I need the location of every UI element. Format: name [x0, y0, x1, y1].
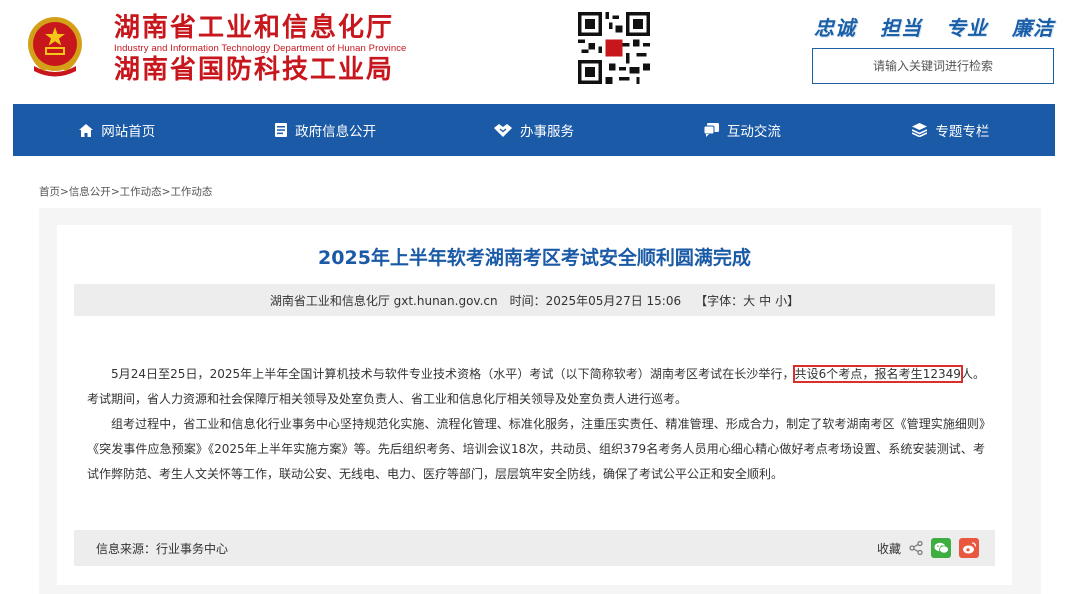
article-paragraph: 组考过程中，省工业和信息化行业事务中心坚持规范化实施、流程化管理、标准化服务，注…	[87, 417, 985, 481]
favorite-button[interactable]: 收藏	[877, 540, 901, 557]
font-size-large-button[interactable]: 大	[743, 292, 755, 309]
slogan-responsibility: 担当	[880, 16, 922, 40]
share-toolbar: 收藏	[869, 538, 979, 558]
nav-item-special-topics[interactable]: 专题专栏	[847, 104, 1055, 156]
font-size-label: 【字体：	[695, 293, 744, 308]
slogan-integrity: 廉洁	[1012, 16, 1054, 40]
article-title: 2025年上半年软考湖南考区考试安全顺利圆满完成	[318, 247, 751, 269]
breadcrumb-home[interactable]: 首页	[39, 186, 60, 198]
layers-icon	[912, 123, 928, 137]
article-time-label: 时间：	[509, 293, 546, 308]
nav-item-label: 网站首页	[101, 124, 156, 140]
site-title-block: 湖南省工业和信息化厅 Industry and Information Tech…	[114, 13, 434, 85]
nav-item-label: 政府信息公开	[295, 124, 377, 140]
info-source: 信息来源：行业事务中心	[96, 541, 229, 556]
breadcrumb: 首页>信息公开>工作动态>工作动态	[39, 184, 212, 199]
breadcrumb-separator: >	[110, 186, 120, 198]
article-source-site: 湖南省工业和信息化厅 gxt.hunan.gov.cn	[269, 293, 498, 308]
share-icon[interactable]	[909, 541, 923, 555]
nav-item-label: 专题专栏	[935, 124, 990, 140]
article-time: 2025年05月27日 15:06	[545, 293, 682, 308]
nav-item-home[interactable]: 网站首页	[13, 104, 221, 156]
slogan-loyalty: 忠诚	[814, 16, 856, 40]
weibo-share-button[interactable]	[959, 538, 979, 558]
site-title-english: Industry and Information Technology Depa…	[114, 43, 407, 54]
site-title-secondary: 湖南省国防科技工业局	[114, 55, 395, 85]
article-meta-bar: 湖南省工业和信息化厅 gxt.hunan.gov.cn 时间： 2025年05月…	[74, 284, 995, 316]
site-title-primary: 湖南省工业和信息化厅	[114, 13, 395, 43]
home-icon	[79, 123, 94, 137]
slogan-professional: 专业	[946, 16, 988, 40]
highlighted-text: 共设6个考点，报名考生12349	[792, 365, 963, 383]
nav-item-government-info[interactable]: 政府信息公开	[221, 104, 429, 156]
main-navigation: 网站首页 政府信息公开 办事服务 互动交流 专题专栏	[13, 104, 1055, 156]
breadcrumb-info-public[interactable]: 信息公开	[69, 186, 111, 198]
wechat-share-button[interactable]	[931, 538, 951, 558]
nav-item-services[interactable]: 办事服务	[430, 104, 638, 156]
article-footer-bar: 信息来源：行业事务中心 收藏	[74, 530, 995, 566]
qr-code-image	[578, 12, 650, 84]
weibo-icon	[962, 542, 976, 554]
breadcrumb-work-news[interactable]: 工作动态	[120, 186, 162, 198]
font-size-small-button[interactable]: 小	[775, 292, 787, 309]
wechat-icon	[934, 542, 949, 554]
font-size-label-close: 】	[787, 293, 800, 308]
nav-item-label: 互动交流	[726, 124, 781, 140]
font-size-medium-button[interactable]: 中	[759, 292, 771, 309]
handshake-icon	[494, 123, 513, 137]
paragraph-text: 5月24日至25日，2025年上半年全国计算机技术与软件专业技术资格（水平）考试…	[111, 367, 795, 381]
document-icon	[275, 123, 288, 137]
article-paragraph: 5月24日至25日，2025年上半年全国计算机技术与软件专业技术资格（水平）考试…	[87, 362, 985, 412]
nav-item-label: 办事服务	[520, 124, 575, 140]
breadcrumb-separator: >	[60, 186, 69, 198]
site-header: 湖南省工业和信息化厅 Industry and Information Tech…	[0, 0, 1080, 104]
search-input[interactable]: 请输入关键词进行检索	[812, 48, 1054, 84]
slogan-row: 忠诚 担当 专业 廉洁	[814, 12, 1054, 41]
breadcrumb-work-news-current[interactable]: 工作动态	[170, 186, 212, 198]
article-card: 2025年上半年软考湖南考区考试安全顺利圆满完成 湖南省工业和信息化厅 gxt.…	[57, 225, 1012, 585]
chat-icon	[703, 123, 719, 137]
national-emblem-logo	[28, 17, 82, 77]
nav-item-interaction[interactable]: 互动交流	[638, 104, 846, 156]
article-body: 5月24日至25日，2025年上半年全国计算机技术与软件专业技术资格（水平）考试…	[87, 362, 985, 487]
